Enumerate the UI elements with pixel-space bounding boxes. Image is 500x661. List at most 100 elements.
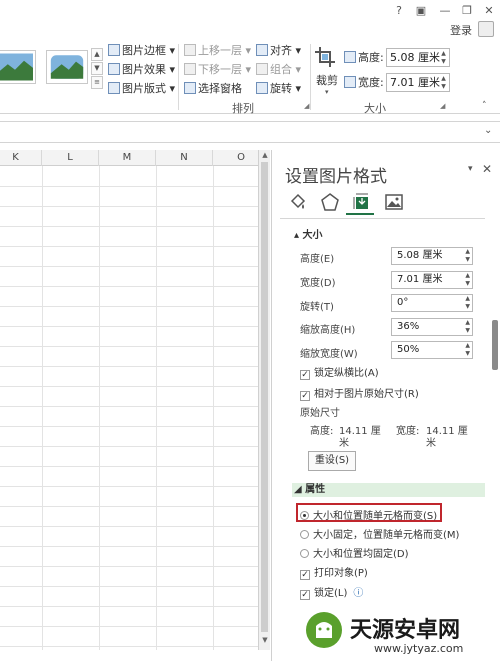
- shape-height-label: 高度:: [344, 49, 384, 66]
- rotation-input[interactable]: 0° ▲ ▼: [391, 294, 473, 312]
- grid-row-line: [0, 346, 258, 347]
- picture-style-thumbnail-2[interactable]: [46, 50, 88, 84]
- pane-options-dropdown-icon[interactable]: ▾: [468, 164, 473, 174]
- rotation-spinner-icon[interactable]: ▲ ▼: [465, 295, 470, 311]
- grid-row-line: [0, 266, 258, 267]
- height-input[interactable]: 5.08 厘米 ▲ ▼: [391, 247, 473, 265]
- grid-row-line: [0, 626, 258, 627]
- locked-checkbox[interactable]: ✓ 锁定(L) ⓘ: [300, 584, 363, 600]
- scale-height-input[interactable]: 36% ▲ ▼: [391, 318, 473, 336]
- collapse-ribbon-icon[interactable]: ˄: [482, 101, 487, 111]
- scale-height-spinner-icon[interactable]: ▲ ▼: [465, 319, 470, 335]
- height-icon: [344, 51, 356, 63]
- column-header-m[interactable]: M: [99, 150, 156, 166]
- align-button[interactable]: 对齐 ▾: [256, 42, 301, 59]
- print-object-checkbox[interactable]: ✓ 打印对象(P): [300, 564, 368, 580]
- picture-border-button[interactable]: 图片边框 ▾: [108, 42, 175, 59]
- title-bar: ? ▣ — ❐ ✕ 登录: [0, 0, 500, 42]
- picture-icon[interactable]: [384, 192, 404, 212]
- sign-in-link[interactable]: 登录: [450, 22, 472, 38]
- width-spinner-icon[interactable]: ▲ ▼: [465, 272, 470, 288]
- restore-button[interactable]: ❐: [456, 2, 478, 20]
- height-spinner-icon[interactable]: ▲ ▼: [439, 50, 448, 66]
- rotate-button[interactable]: 旋转 ▾: [256, 80, 301, 97]
- info-icon[interactable]: ⓘ: [353, 588, 363, 599]
- grid-row-line: [0, 546, 258, 547]
- size-dialog-launcher-icon[interactable]: ◢: [440, 102, 445, 110]
- expand-formula-bar-icon[interactable]: ⌄: [484, 125, 492, 136]
- grid-row-line: [0, 186, 258, 187]
- worksheet-scroll-thumb[interactable]: [261, 162, 268, 632]
- column-header-o[interactable]: O: [213, 150, 258, 166]
- height-spinner-icon[interactable]: ▲ ▼: [465, 248, 470, 264]
- grid-row-line: [0, 606, 258, 607]
- picture-style-thumbnail-1[interactable]: [0, 50, 36, 84]
- scale-width-spinner-icon[interactable]: ▲ ▼: [465, 342, 470, 358]
- crop-icon[interactable]: [314, 46, 336, 68]
- shape-width-input[interactable]: 7.01 厘米 ▲ ▼: [386, 73, 450, 92]
- column-header-l[interactable]: L: [42, 150, 99, 166]
- worksheet-vertical-scrollbar[interactable]: ▲ ▼: [258, 150, 270, 650]
- size-section-header[interactable]: ▴ 大小: [292, 229, 485, 243]
- lock-aspect-checkbox[interactable]: ✓ 锁定纵横比(A): [300, 364, 379, 380]
- effects-icon[interactable]: [320, 192, 340, 212]
- option-move-and-size[interactable]: 大小和位置随单元格而变(S): [300, 507, 437, 522]
- worksheet-grid[interactable]: K L M N O: [0, 150, 258, 650]
- watermark-title: 天源安卓网: [350, 618, 461, 643]
- grid-column-line: [213, 166, 214, 650]
- ribbon-display-options-button[interactable]: ▣: [410, 2, 432, 20]
- scroll-down-arrow-icon[interactable]: ▼: [260, 636, 270, 644]
- group-button[interactable]: 组合 ▾: [256, 61, 301, 78]
- send-backward-button[interactable]: 下移一层 ▾: [184, 61, 251, 78]
- grid-row-line: [0, 206, 258, 207]
- crop-dropdown-icon[interactable]: ▾: [325, 88, 329, 96]
- scale-height-label: 缩放高度(H): [300, 325, 356, 336]
- ribbon: ▲ ▼ ≡ 图片边框 ▾ 图片效果 ▾ 图片版式 ▾ 上移一层 ▾ 下移一层 ▾…: [0, 42, 500, 115]
- grid-row-line: [0, 366, 258, 367]
- picture-layout-button[interactable]: 图片版式 ▾: [108, 80, 175, 97]
- gallery-scroll-down[interactable]: ▼: [91, 62, 103, 75]
- properties-section-header[interactable]: ◢ 属性: [292, 483, 485, 497]
- close-window-button[interactable]: ✕: [478, 2, 500, 20]
- radio-unselected-icon: [300, 549, 309, 558]
- original-width-label: 宽度:: [396, 426, 420, 437]
- picture-effects-button[interactable]: 图片效果 ▾: [108, 61, 175, 78]
- shape-height-input[interactable]: 5.08 厘米 ▲ ▼: [386, 48, 450, 67]
- minimize-button[interactable]: —: [434, 2, 456, 20]
- pane-close-button[interactable]: ✕: [482, 162, 492, 176]
- group-separator: [310, 44, 311, 110]
- column-header-k[interactable]: K: [0, 150, 42, 166]
- option-move-no-size[interactable]: 大小固定，位置随单元格而变(M): [300, 526, 459, 541]
- arrange-dialog-launcher-icon[interactable]: ◢: [304, 102, 309, 110]
- width-spinner-icon[interactable]: ▲ ▼: [439, 75, 448, 91]
- watermark: 天源安卓网 www.jytyaz.com: [300, 610, 500, 661]
- crop-button[interactable]: 裁剪: [316, 72, 338, 89]
- grid-row-line: [0, 226, 258, 227]
- grid-row-line: [0, 246, 258, 247]
- reset-button[interactable]: 重设(S): [308, 451, 356, 471]
- scale-width-input[interactable]: 50% ▲ ▼: [391, 341, 473, 359]
- relative-to-original-checkbox[interactable]: ✓ 相对于图片原始尺寸(R): [300, 385, 419, 401]
- send-backward-icon: [184, 63, 196, 75]
- gallery-scroll-up[interactable]: ▲: [91, 48, 103, 61]
- selected-tab-indicator: [346, 213, 374, 215]
- account-avatar-icon[interactable]: [478, 21, 494, 37]
- align-icon: [256, 44, 268, 56]
- arrange-group-label: 排列: [232, 102, 254, 115]
- bring-forward-button[interactable]: 上移一层 ▾: [184, 42, 251, 59]
- scroll-up-arrow-icon[interactable]: ▲: [260, 151, 270, 159]
- size-properties-icon[interactable]: [352, 192, 372, 212]
- option-fixed[interactable]: 大小和位置均固定(D): [300, 545, 409, 560]
- selection-pane-button[interactable]: 选择窗格: [184, 80, 242, 97]
- gallery-more-button[interactable]: ≡: [91, 76, 103, 89]
- column-header-n[interactable]: N: [156, 150, 213, 166]
- grid-row-line: [0, 446, 258, 447]
- fill-line-icon[interactable]: [288, 192, 308, 212]
- width-input[interactable]: 7.01 厘米 ▲ ▼: [391, 271, 473, 289]
- pane-scroll-thumb[interactable]: [492, 320, 498, 370]
- grid-row-line: [0, 286, 258, 287]
- help-button[interactable]: ?: [388, 2, 410, 20]
- pane-scrollbar[interactable]: [491, 230, 499, 650]
- formula-bar[interactable]: ⌄: [0, 121, 500, 143]
- grid-row-line: [0, 506, 258, 507]
